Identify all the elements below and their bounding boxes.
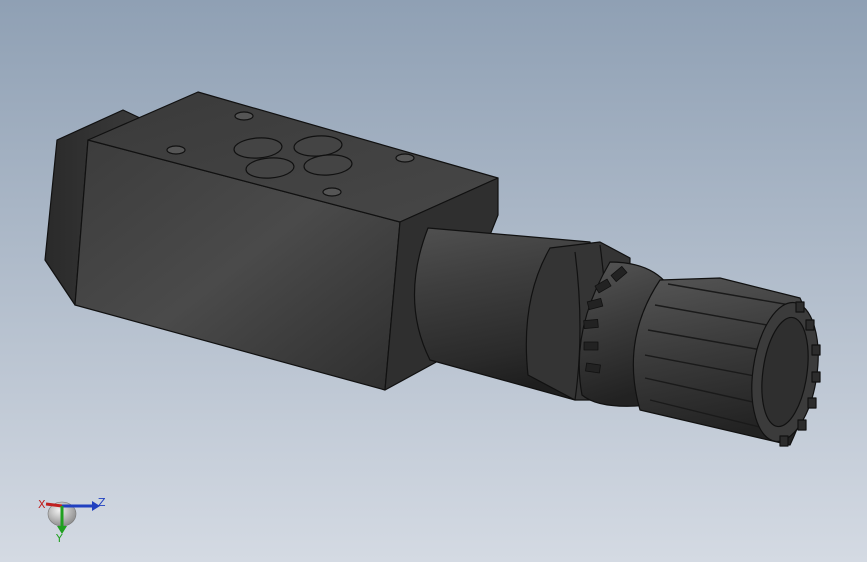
screw-hole: [234, 111, 254, 121]
model-scene[interactable]: [0, 0, 867, 562]
triad-y-label: Y: [55, 532, 63, 544]
screw-hole: [395, 153, 415, 163]
screw-hole: [322, 187, 342, 197]
triad-x-axis: [45, 502, 63, 508]
orientation-triad[interactable]: X Z Y: [30, 488, 120, 545]
triad-x-label: X: [38, 498, 46, 511]
3d-graphics-viewport[interactable]: X Z Y: [0, 0, 867, 562]
triad-z-label: Z: [98, 496, 106, 509]
screw-hole: [166, 145, 186, 155]
